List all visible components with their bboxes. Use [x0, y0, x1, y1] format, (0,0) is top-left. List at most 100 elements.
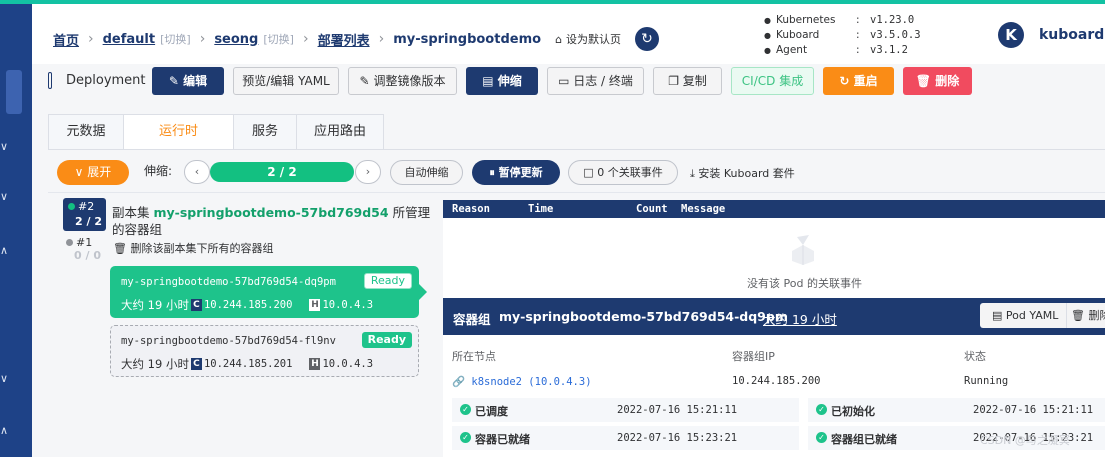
- replica-increase-button[interactable]: ›: [355, 160, 381, 184]
- check-icon: ✓: [816, 432, 827, 443]
- condition-scheduled: ✓ 已调度 2022-07-16 15:21:11: [452, 398, 799, 422]
- delete-icon: 🗑: [915, 74, 932, 88]
- host-ip-tag: H: [309, 358, 321, 370]
- breadcrumb-separator: ›: [302, 31, 309, 47]
- replica-decrease-button[interactable]: ‹: [184, 160, 210, 184]
- cicd-button[interactable]: CI/CD 集成: [731, 67, 814, 95]
- namespace-switch-link[interactable]: [切换]: [263, 31, 294, 47]
- status-badge: Ready: [363, 273, 412, 289]
- logs-button[interactable]: ▭ 日志 / 终端: [547, 67, 644, 95]
- auto-scale-button[interactable]: 自动伸缩: [390, 160, 463, 185]
- chevron-down-icon[interactable]: ∨: [0, 372, 8, 385]
- image-version-button[interactable]: ✎ 调整镜像版本: [348, 67, 457, 95]
- pod-detail-age: 大约 19 小时: [763, 312, 837, 327]
- delete-button[interactable]: 🗑 删除: [903, 67, 972, 95]
- expand-button[interactable]: ∨ 展开: [57, 160, 129, 185]
- yaml-icon: ▤: [992, 309, 1003, 322]
- restart-button[interactable]: ↻ 重启: [823, 67, 894, 95]
- version-row: ● Agent: v3.1.2: [764, 44, 908, 56]
- breadcrumb-home[interactable]: 首页: [53, 30, 79, 49]
- breadcrumb-namespace[interactable]: seong: [214, 32, 258, 47]
- header: 首页 › default [切换] › seong [切换] › 部署列表 › …: [32, 4, 1105, 64]
- copy-icon: ❐: [668, 74, 679, 88]
- install-suite-link[interactable]: ⤓ 安装 Kuboard 套件: [690, 165, 795, 181]
- home-icon[interactable]: ⌂: [555, 33, 562, 46]
- events-icon: □: [583, 166, 594, 179]
- chevron-up-icon[interactable]: ∧: [0, 424, 8, 437]
- column-header: Count: [636, 203, 668, 215]
- scale-icon: ▤: [482, 74, 494, 88]
- breadcrumb: 首页 › default [切换] › seong [切换] › 部署列表 › …: [53, 27, 660, 51]
- edit-button[interactable]: ✎ 编辑: [152, 67, 224, 95]
- delete-icon: 🗑: [113, 242, 127, 255]
- tab-service[interactable]: 服务: [233, 114, 297, 150]
- check-icon: ✓: [816, 404, 827, 415]
- tab-runtime[interactable]: 运行时: [123, 114, 234, 150]
- tab-ingress[interactable]: 应用路由: [296, 114, 384, 150]
- breadcrumb-deployments[interactable]: 部署列表: [318, 30, 370, 49]
- pod-ip: 10.244.185.201: [203, 358, 293, 370]
- node-link[interactable]: 🔗 k8snode2 (10.0.4.3): [452, 375, 592, 388]
- pod-age: 大约 19 小时: [121, 298, 189, 312]
- delete-replicaset-pods-link[interactable]: 🗑 删除该副本集下所有的容器组: [113, 240, 273, 256]
- tabs: 元数据 运行时 服务 应用路由: [48, 114, 384, 150]
- pod-name: my-springbootdemo-57bd769d54-dq9pm: [121, 276, 336, 288]
- pod-name: my-springbootdemo-57bd769d54-fl9nv: [121, 335, 336, 347]
- scale-label: 伸缩:: [144, 164, 173, 178]
- node-label: 所在节点: [452, 350, 496, 363]
- events-button[interactable]: □ 0 个关联事件: [568, 160, 678, 185]
- kind-marker: [48, 72, 52, 89]
- pod-detail-name: my-springbootdemo-57bd769d54-dq9pm: [499, 309, 788, 324]
- events-table-header: Reason Time Count Message: [443, 200, 1105, 218]
- empty-events-text: 没有该 Pod 的关联事件: [747, 277, 862, 290]
- cluster-switch-link[interactable]: [切换]: [160, 31, 191, 47]
- logs-icon: ▭: [558, 74, 570, 88]
- version-row: ● Kuboard: v3.5.0.3: [764, 29, 921, 41]
- breadcrumb-separator: ›: [88, 31, 94, 47]
- restart-icon: ↻: [839, 74, 850, 88]
- scale-button[interactable]: ▤ 伸缩: [466, 67, 538, 95]
- replicaset-old[interactable]: #1 0 / 0: [63, 234, 106, 264]
- pod-delete-button[interactable]: 🗑 删除: [1066, 303, 1105, 328]
- resource-kind: Deployment: [66, 73, 146, 88]
- link-icon: 🔗: [452, 376, 466, 388]
- pod-yaml-button[interactable]: ▤ Pod YAML: [980, 303, 1066, 328]
- container-ip-tag: C: [190, 358, 202, 370]
- status-badge: Ready: [361, 332, 412, 348]
- set-default-link[interactable]: 设为默认页: [566, 31, 621, 47]
- tabs-divider: [48, 149, 1105, 150]
- column-header: Reason: [452, 203, 490, 215]
- brand-name: kuboard-a: [1039, 27, 1105, 43]
- breadcrumb-separator: ›: [199, 31, 206, 47]
- selection-arrow: [419, 284, 427, 300]
- pod-ip-value: 10.244.185.200: [732, 375, 821, 387]
- pod-card-selected[interactable]: my-springbootdemo-57bd769d54-dq9pm Ready…: [110, 266, 419, 318]
- chevron-down-icon: ∨: [74, 165, 84, 179]
- chevron-down-icon[interactable]: ∨: [0, 140, 8, 153]
- copy-button[interactable]: ❐ 复制: [653, 67, 722, 95]
- yaml-button[interactable]: 预览/编辑 YAML: [233, 67, 339, 95]
- column-header: Time: [528, 203, 554, 215]
- host-ip: 10.0.4.3: [322, 358, 374, 370]
- pause-icon: ⏸: [489, 166, 495, 179]
- breadcrumb-cluster[interactable]: default: [103, 32, 155, 47]
- brand[interactable]: K kuboard-a: [998, 22, 1105, 48]
- replica-progress: 2 / 2: [210, 162, 354, 182]
- check-icon: ✓: [460, 432, 471, 443]
- watermark: CSDN @与之凝冥: [980, 434, 1070, 447]
- container-ip-tag: C: [190, 299, 202, 311]
- pause-update-button[interactable]: ⏸ 暂停更新: [472, 160, 560, 185]
- replicaset-current[interactable]: #2 2 / 2: [63, 198, 106, 231]
- refresh-icon[interactable]: ↻: [635, 27, 660, 51]
- kuboard-logo: K: [998, 22, 1024, 48]
- empty-box-icon: [792, 235, 814, 265]
- pod-ip-label: 容器组IP: [732, 350, 775, 363]
- check-icon: ✓: [460, 404, 471, 415]
- pod-card[interactable]: my-springbootdemo-57bd769d54-fl9nv Ready…: [110, 325, 419, 377]
- tab-metadata[interactable]: 元数据: [48, 114, 124, 150]
- left-nav-active-item[interactable]: [6, 70, 22, 114]
- chevron-down-icon[interactable]: ∨: [0, 190, 8, 203]
- chevron-up-icon[interactable]: ∧: [0, 244, 8, 257]
- status-value: Running: [964, 375, 1009, 387]
- pod-age: 大约 19 小时: [121, 357, 189, 371]
